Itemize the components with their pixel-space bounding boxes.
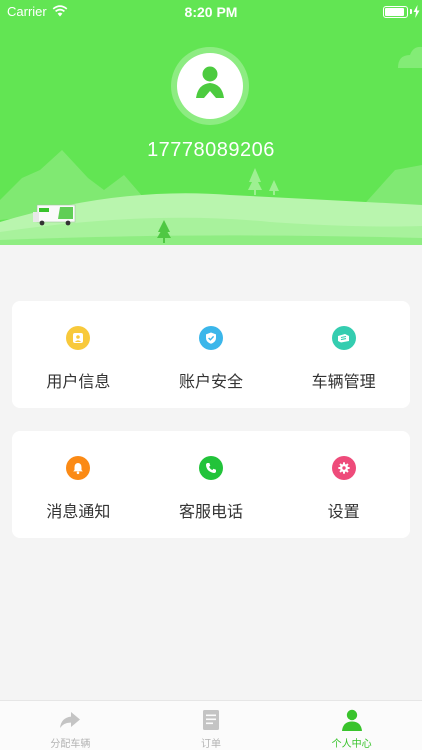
tab-orders[interactable]: 订单	[141, 701, 282, 750]
menu-label-vehicle-management: 车辆管理	[311, 372, 376, 391]
phone-number: 17778089206	[147, 139, 275, 161]
clock-time: 8:20 PM	[184, 4, 238, 20]
status-bar: Carrier 8:20 PM	[0, 0, 422, 24]
menu-label-user-info: 用户信息	[46, 372, 111, 391]
menu-label-account-security: 账户安全	[179, 372, 244, 391]
bell-icon	[66, 456, 91, 480]
phone-icon	[199, 456, 223, 480]
menu-label-customer-service: 客服电话	[179, 502, 244, 521]
user-info-icon	[66, 326, 91, 350]
tab-assign-vehicle[interactable]: 分配车辆	[0, 701, 141, 750]
person-icon	[340, 708, 364, 732]
tab-label-personal-center: 个人中心	[331, 739, 372, 750]
menu-item-vehicle-management[interactable]: 车辆管理	[277, 301, 410, 408]
document-icon	[199, 708, 223, 732]
account-menu-card: 用户信息 账户安全 车辆管理	[12, 301, 410, 408]
menu-item-customer-service[interactable]: 客服电话	[145, 431, 278, 538]
profile-header: Carrier 8:20 PM 17778089206	[0, 0, 422, 245]
menu-item-user-info[interactable]: 用户信息	[12, 301, 145, 408]
avatar[interactable]	[177, 53, 243, 119]
battery-icon	[383, 6, 408, 18]
truck-icon	[331, 326, 356, 350]
tab-label-assign-vehicle: 分配车辆	[50, 739, 91, 750]
bottom-tab-bar: 分配车辆 订单 个人中心	[0, 700, 422, 750]
shield-icon	[199, 326, 223, 350]
battery-tip	[410, 9, 412, 14]
service-menu-card: 消息通知 客服电话 设置	[12, 431, 410, 538]
menu-item-settings[interactable]: 设置	[277, 431, 410, 538]
menu-label-notifications: 消息通知	[46, 502, 111, 521]
avatar-ring[interactable]	[171, 47, 249, 125]
gear-icon	[331, 456, 356, 480]
tab-personal-center[interactable]: 个人中心	[281, 701, 422, 750]
menu-item-notifications[interactable]: 消息通知	[12, 431, 145, 538]
charging-bolt-icon	[413, 5, 420, 22]
menu-label-settings: 设置	[327, 502, 360, 521]
tab-label-orders: 订单	[201, 739, 221, 750]
share-arrow-icon	[58, 708, 82, 732]
user-icon	[190, 64, 230, 108]
menu-item-account-security[interactable]: 账户安全	[145, 301, 278, 408]
